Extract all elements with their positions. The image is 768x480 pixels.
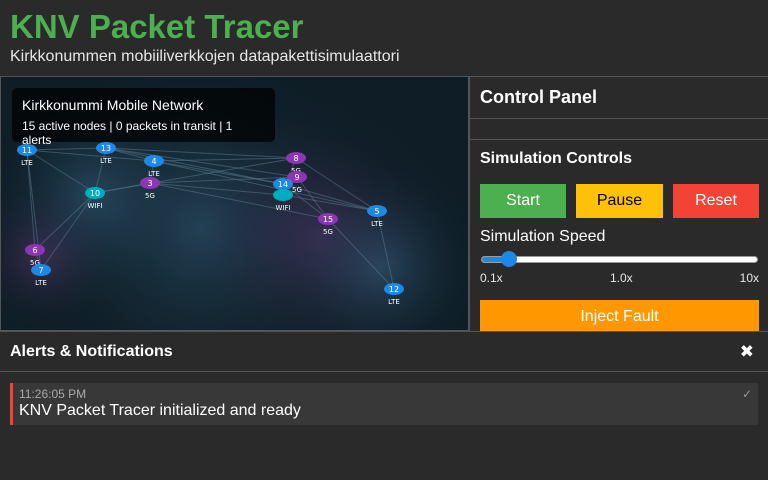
node-type-label: LTE: [100, 157, 112, 165]
node-id-label: 12: [389, 285, 399, 294]
node-type-label: LTE: [21, 159, 33, 167]
node-id-label: 7: [38, 266, 43, 275]
alerts-header: Alerts & Notifications ✖: [0, 332, 768, 372]
simulation-controls-title: Simulation Controls: [480, 150, 632, 167]
start-button[interactable]: Start: [480, 184, 566, 218]
alert-timestamp: 11:26:05 PM: [19, 387, 87, 401]
reset-button[interactable]: Reset: [673, 184, 759, 218]
inject-fault-button[interactable]: Inject Fault: [480, 300, 759, 331]
control-panel-title: Control Panel: [470, 77, 768, 119]
node-type-label: LTE: [148, 170, 160, 178]
app-title: KNV Packet Tracer: [10, 8, 304, 45]
node-type-label: 5G: [145, 192, 155, 200]
alerts-title: Alerts & Notifications: [10, 343, 173, 360]
node-id-label: 8: [293, 154, 298, 163]
node-marker: [273, 189, 293, 201]
node-type-label: WIFI: [87, 202, 102, 210]
node-id-label: 9: [294, 173, 299, 182]
app-header: KNV Packet Tracer Kirkkonummen mobiilive…: [0, 0, 768, 76]
speed-slider-thumb[interactable]: [501, 251, 517, 267]
node-id-label: 5: [374, 207, 379, 216]
network-view[interactable]: 11LTE13LTE4LTE35G10WIFI85G95G14LTEWIFI5L…: [0, 76, 469, 331]
network-info-stats: 15 active nodes | 0 packets in transit |…: [22, 119, 233, 147]
node-type-label: LTE: [388, 298, 400, 306]
speed-slider-track[interactable]: [481, 256, 758, 263]
node-id-label: 4: [151, 157, 156, 166]
speed-min-label: 0.1x: [480, 271, 503, 285]
node-type-label: LTE: [371, 220, 383, 228]
node-id-label: 6: [32, 246, 37, 255]
node-id-label: 11: [22, 146, 32, 155]
app-subtitle: Kirkkonummen mobiiliverkkojen datapakett…: [10, 48, 400, 65]
node-id-label: 3: [147, 179, 152, 188]
node-id-label: 10: [90, 189, 100, 198]
close-icon[interactable]: ✖: [740, 342, 754, 362]
node-id-label: 15: [323, 215, 333, 224]
simulation-speed-label: Simulation Speed: [480, 228, 606, 245]
network-info-title: Kirkkonummi Mobile Network: [22, 97, 204, 113]
alert-item[interactable]: 11:26:05 PM KNV Packet Tracer initialize…: [10, 383, 758, 425]
alerts-panel: Alerts & Notifications ✖ 11:26:05 PM KNV…: [0, 331, 768, 480]
node-id-label: 14: [278, 180, 288, 189]
speed-mid-label: 1.0x: [610, 271, 633, 285]
alert-message: KNV Packet Tracer initialized and ready: [19, 402, 301, 419]
network-info-box: Kirkkonummi Mobile Network 15 active nod…: [12, 88, 275, 147]
node-type-label: WIFI: [275, 204, 290, 212]
pause-button[interactable]: Pause: [576, 184, 663, 218]
simulation-button-row: Start Pause Reset: [480, 184, 759, 218]
node-type-label: LTE: [35, 279, 47, 287]
control-panel-divider: [470, 119, 768, 140]
speed-max-label: 10x: [739, 271, 759, 285]
checkmark-icon[interactable]: ✓: [742, 387, 752, 401]
node-type-label: 5G: [323, 228, 333, 236]
node-type-label: 5G: [292, 186, 302, 194]
control-panel: Control Panel Simulation Controls Start …: [469, 76, 768, 331]
